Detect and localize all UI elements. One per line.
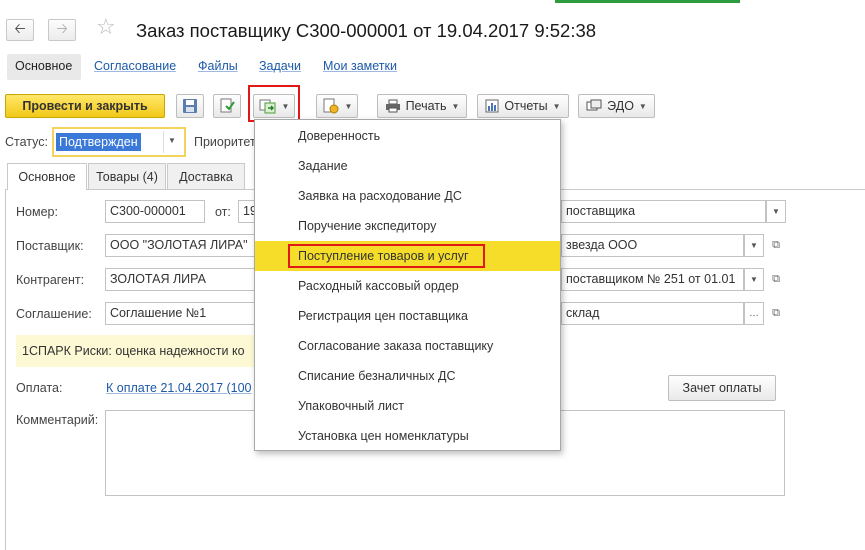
counterparty-label: Контрагент: — [16, 273, 85, 287]
arrow-left-icon: 🡠 — [14, 20, 26, 36]
chevron-down-icon: ▼ — [344, 101, 353, 111]
menu-item-forwarder-order[interactable]: Поручение экспедитору — [255, 211, 560, 241]
star-icon[interactable]: ☆ — [96, 16, 116, 38]
priority-label: Приоритет — [194, 135, 256, 149]
section-notes[interactable]: Мои заметки — [323, 59, 397, 73]
payment-offset-button[interactable]: Зачет оплаты — [668, 375, 776, 401]
contract-field[interactable]: поставщиком № 251 от 01.01 — [561, 268, 744, 291]
tab-delivery[interactable]: Доставка — [167, 163, 245, 189]
menu-item-power-of-attorney[interactable]: Доверенность — [255, 121, 560, 151]
organization-field[interactable]: звезда ООО — [561, 234, 744, 257]
agreement-label: Соглашение: — [16, 307, 92, 321]
number-field[interactable]: С300-000001 — [105, 200, 205, 223]
open-icon[interactable]: ⧉ — [766, 302, 786, 325]
edo-button[interactable]: ЭДО ▼ — [578, 94, 655, 118]
counterparty-field[interactable]: ЗОЛОТАЯ ЛИРА — [105, 268, 255, 291]
print-button[interactable]: Печать ▼ — [377, 94, 467, 118]
status-divider — [163, 131, 164, 153]
printer-icon — [385, 99, 400, 113]
edo-icon — [586, 99, 602, 111]
menu-item-item-prices[interactable]: Установка цен номенклатуры — [255, 421, 560, 451]
payment-link[interactable]: К оплате 21.04.2017 (100 — [106, 381, 252, 395]
number-label: Номер: — [16, 205, 58, 219]
print-label: Печать — [405, 99, 447, 113]
report-icon — [485, 99, 499, 113]
forward-button[interactable]: 🡢 — [48, 19, 76, 41]
menu-item-order-approval[interactable]: Согласование заказа поставщику — [255, 331, 560, 361]
date-label: от: — [215, 205, 231, 219]
agreement-field[interactable]: Соглашение №1 — [105, 302, 255, 325]
post-document-icon — [220, 98, 235, 113]
related-documents-button[interactable]: ▼ — [316, 94, 358, 118]
post-and-close-button[interactable]: Провести и закрыть — [5, 94, 165, 118]
spark-risks-banner[interactable]: 1СПАРК Риски: оценка надежности ко — [16, 335, 256, 367]
open-icon[interactable]: ⧉ — [766, 234, 786, 257]
chevron-down-icon: ▼ — [638, 101, 647, 111]
tab-main[interactable]: Основное — [7, 163, 87, 190]
create-based-on-menu: Доверенность Задание Заявка на расходова… — [254, 119, 561, 451]
menu-item-task[interactable]: Задание — [255, 151, 560, 181]
reports-button[interactable]: Отчеты ▼ — [477, 94, 569, 118]
chevron-down-icon: ▼ — [451, 101, 460, 111]
reports-label: Отчеты — [504, 99, 548, 113]
chevron-down-icon[interactable]: ▼ — [168, 136, 176, 145]
create-based-on-icon — [259, 99, 276, 114]
save-button[interactable] — [176, 94, 204, 118]
post-button[interactable] — [213, 94, 241, 118]
chevron-down-icon: ▼ — [281, 101, 290, 111]
ellipsis-icon[interactable]: … — [744, 302, 764, 325]
menu-item-cashless-writeoff[interactable]: Списание безналичных ДС — [255, 361, 560, 391]
supplier-label: Поставщик: — [16, 239, 84, 253]
menu-item-cash-outflow[interactable]: Расходный кассовый ордер — [255, 271, 560, 301]
window-accent-line — [555, 0, 740, 3]
warehouse-field[interactable]: склад — [561, 302, 744, 325]
section-approval[interactable]: Согласование — [94, 59, 176, 73]
section-tasks[interactable]: Задачи — [259, 59, 301, 73]
back-button[interactable]: 🡠 — [6, 19, 34, 41]
document-title: Заказ поставщику С300-000001 от 19.04.20… — [136, 20, 597, 41]
save-icon — [183, 99, 197, 113]
status-value[interactable]: Подтвержден — [56, 133, 141, 151]
status-label: Статус: — [5, 135, 48, 149]
menu-item-supplier-prices[interactable]: Регистрация цен поставщика — [255, 301, 560, 331]
tab-goods[interactable]: Товары (4) — [88, 163, 166, 189]
chevron-down-icon[interactable]: ▼ — [766, 200, 786, 223]
menu-item-expense-request[interactable]: Заявка на расходование ДС — [255, 181, 560, 211]
chevron-down-icon[interactable]: ▼ — [744, 268, 764, 291]
create-based-on-button[interactable]: ▼ — [253, 94, 295, 118]
section-main[interactable]: Основное — [15, 59, 72, 73]
supplier-field[interactable]: ООО "ЗОЛОТАЯ ЛИРА" — [105, 234, 255, 257]
section-files[interactable]: Файлы — [198, 59, 238, 73]
payment-label: Оплата: — [16, 381, 63, 395]
chevron-down-icon[interactable]: ▼ — [744, 234, 764, 257]
comment-label: Комментарий: — [16, 413, 99, 427]
chevron-down-icon: ▼ — [552, 101, 561, 111]
annotation-red-frame — [288, 244, 485, 268]
menu-item-goods-receipt[interactable]: Поступление товаров и услуг — [255, 241, 560, 271]
open-icon[interactable]: ⧉ — [766, 268, 786, 291]
operation-field[interactable]: поставщика — [561, 200, 766, 223]
edo-label: ЭДО — [607, 99, 634, 113]
menu-item-packing-list[interactable]: Упаковочный лист — [255, 391, 560, 421]
arrow-right-icon: 🡢 — [56, 20, 68, 36]
related-documents-icon — [323, 98, 339, 114]
